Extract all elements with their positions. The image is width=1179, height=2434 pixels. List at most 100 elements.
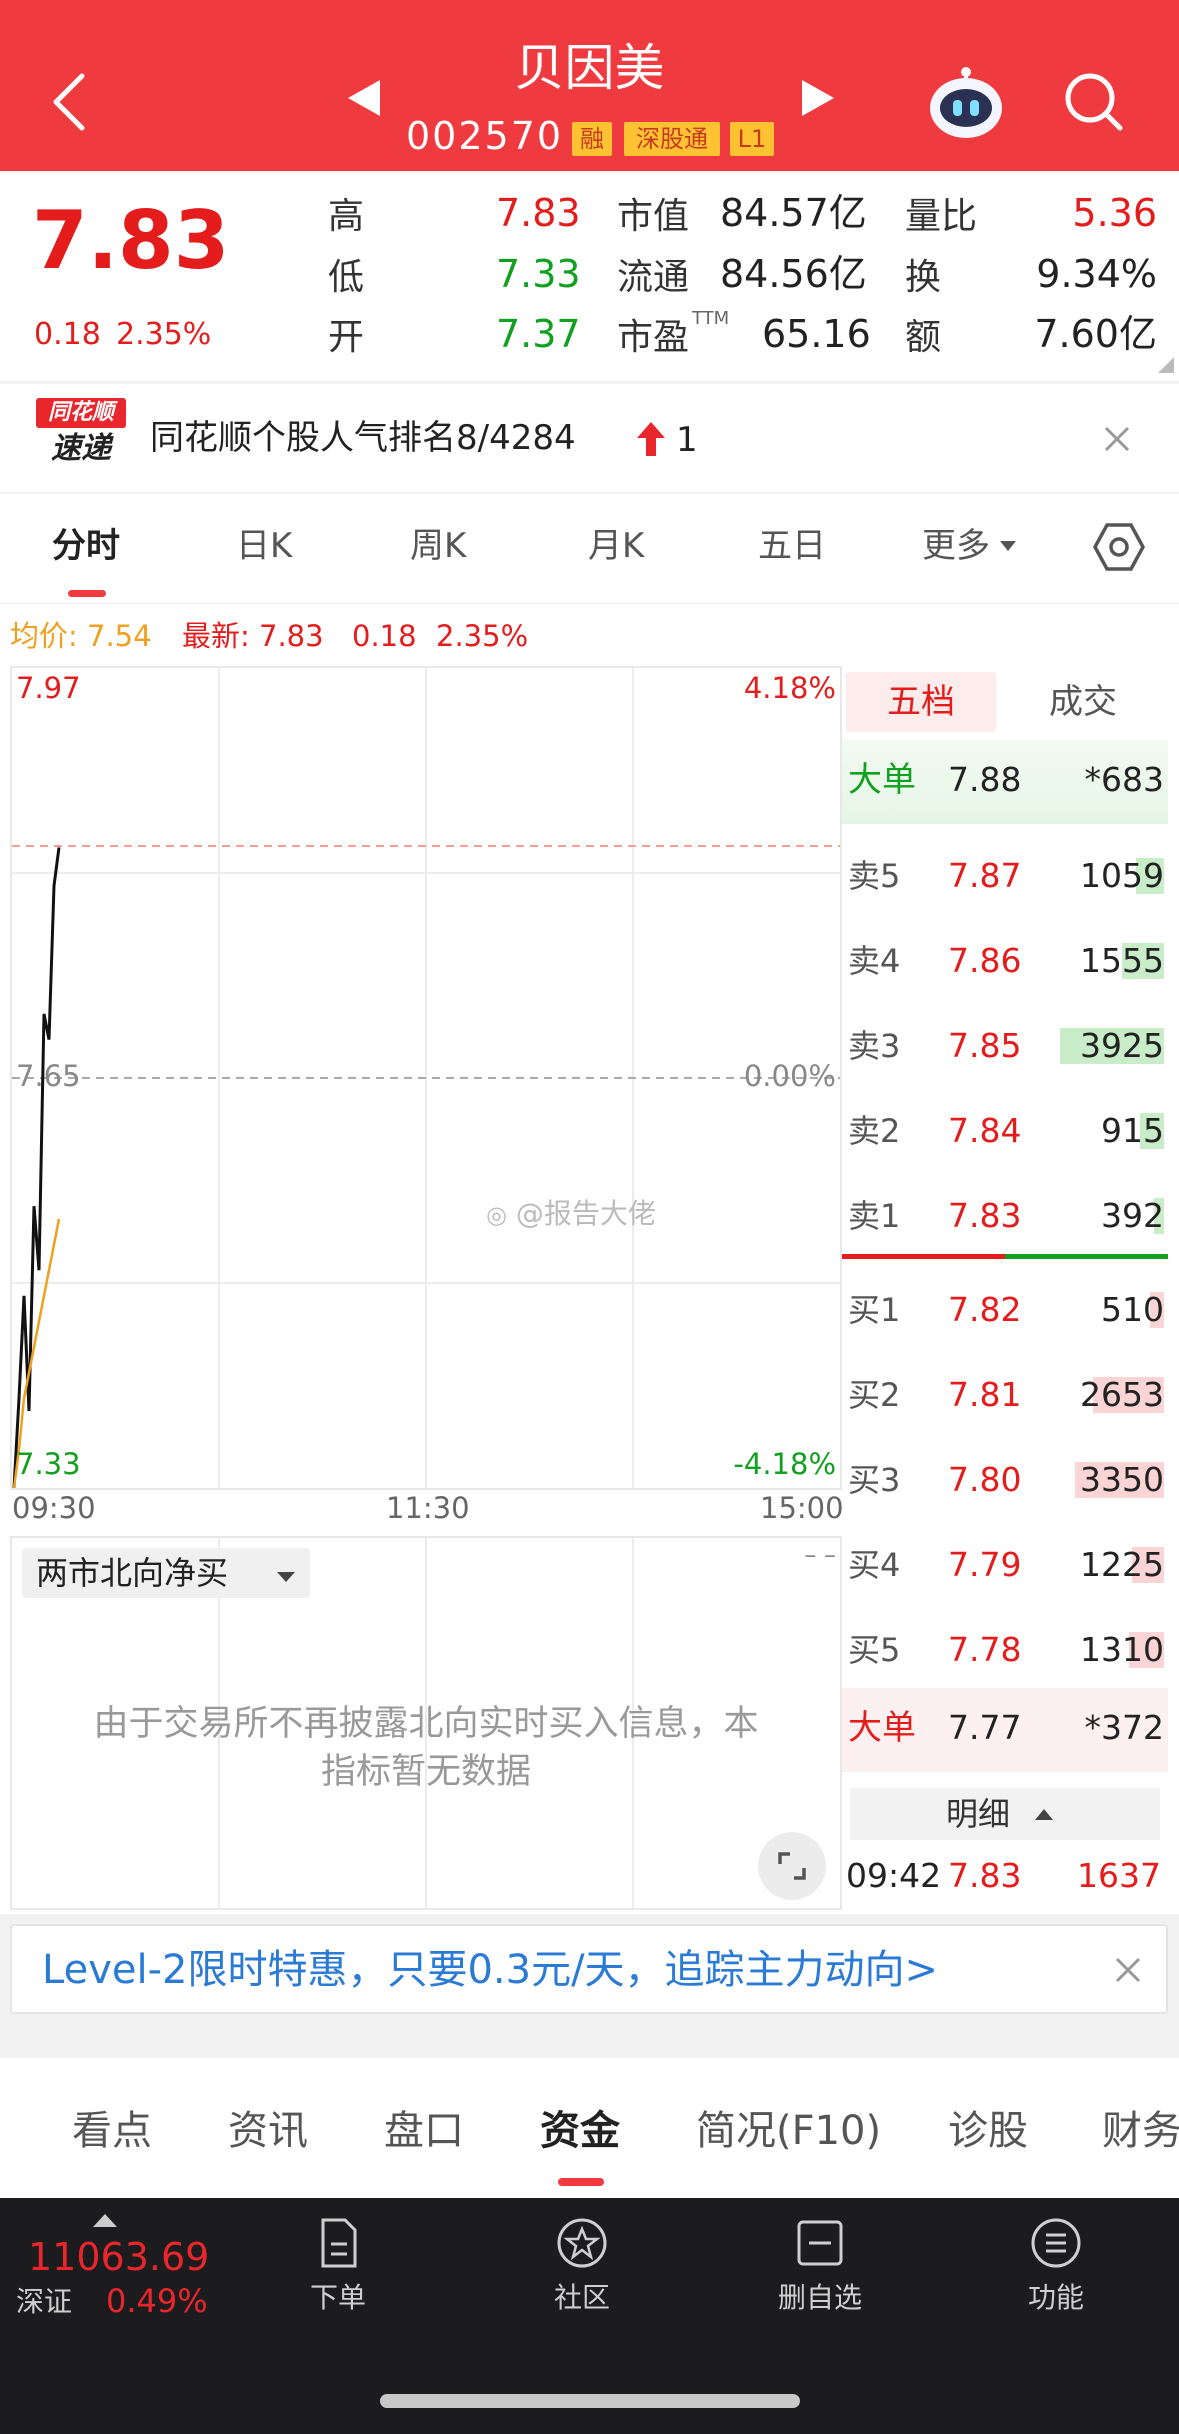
bid-row[interactable]: 买3 7.80 3350 [842, 1450, 1168, 1510]
level-volume: 510 [1101, 1290, 1164, 1329]
last-price-label: 最新: 7.83 [182, 619, 324, 653]
tag-margin: 融 [572, 122, 612, 156]
bid-row[interactable]: 买2 7.81 2653 [842, 1365, 1168, 1425]
ask-row[interactable]: 卖1 7.83 392 [842, 1186, 1168, 1246]
arrow-up-icon [636, 420, 666, 458]
level-label: 卖4 [848, 942, 901, 980]
intraday-chart-svg [12, 668, 840, 1488]
fullscreen-icon[interactable] [758, 1832, 826, 1900]
big-order-sell-vol: *683 [1084, 760, 1165, 799]
ask-row[interactable]: 卖3 7.85 3925 [842, 1016, 1168, 1076]
search-icon[interactable] [1062, 70, 1126, 134]
ask-row[interactable]: 卖5 7.87 1059 [842, 846, 1168, 906]
level-label: 买5 [848, 1631, 901, 1669]
chart-change: 0.18 [352, 619, 417, 653]
detail-time: 09:42 [846, 1856, 942, 1895]
level-label: 买2 [848, 1376, 901, 1414]
detail-label: 明细 [946, 1795, 1011, 1833]
high-label: 高 [328, 196, 365, 237]
ask-row[interactable]: 卖2 7.84 915 [842, 1101, 1168, 1161]
time-end: 15:00 [760, 1491, 844, 1525]
bid-row[interactable]: 买1 7.82 510 [842, 1280, 1168, 1340]
level-price: 7.78 [948, 1630, 1022, 1669]
pct-axis-bottom: -4.18% [733, 1447, 836, 1481]
turnover-label: 换 [905, 257, 942, 298]
tab-capital[interactable]: 资金 [540, 2106, 620, 2156]
big-order-buy-vol: *372 [1084, 1708, 1165, 1747]
dock-functions[interactable]: 功能 [986, 2216, 1126, 2318]
big-order-sell-price: 7.88 [948, 760, 1022, 799]
settings-hexagon-icon[interactable] [1092, 520, 1146, 574]
float-cap-value: 84.56亿 [720, 252, 867, 296]
tab-monthly-k[interactable]: 月K [588, 524, 644, 568]
menu-circle-icon [1029, 2216, 1083, 2270]
community-star-icon [555, 2216, 609, 2270]
y-axis-mid: 7.65 [16, 1059, 81, 1093]
orderbook-tab-level5-label: 五档 [887, 682, 955, 722]
ask-row[interactable]: 卖4 7.86 1555 [842, 931, 1168, 991]
spread-divider [842, 1254, 1168, 1259]
minus-box-icon [793, 2216, 847, 2270]
orderbook-tab-trades[interactable]: 成交 [1008, 682, 1158, 722]
dock-remove-watchlist[interactable]: 删自选 [750, 2216, 890, 2318]
tab-daily-k[interactable]: 日K [236, 524, 292, 568]
detail-header[interactable]: 明细 [850, 1788, 1160, 1840]
watermark: ◎ @报告大佬 [486, 1196, 656, 1233]
tab-f10[interactable]: 简况(F10) [696, 2106, 881, 2156]
home-indicator [380, 2394, 800, 2408]
level-volume: 915 [1101, 1111, 1164, 1150]
tab-finance[interactable]: 财务 [1102, 2106, 1179, 2156]
big-order-buy[interactable]: 大单 7.77 *372 [842, 1688, 1168, 1772]
level-price: 7.82 [948, 1290, 1022, 1329]
low-value: 7.33 [496, 252, 581, 296]
tab-handicap[interactable]: 盘口 [384, 2106, 464, 2156]
level2-promo-banner[interactable]: Level-2限时特惠，只要0.3元/天，追踪主力动向> [10, 1924, 1168, 2014]
detail-tabs: 看点 资讯 盘口 资金 简况(F10) 诊股 财务 [0, 2058, 1179, 2198]
close-icon[interactable] [1112, 1954, 1144, 1990]
tab-five-day[interactable]: 五日 [758, 524, 826, 568]
big-order-sell-label: 大单 [848, 760, 916, 800]
bottom-tab-active-indicator [558, 2178, 604, 2186]
bid-row[interactable]: 买5 7.78 1310 [842, 1620, 1168, 1680]
market-cap-label: 市值 [617, 196, 690, 237]
dock-community[interactable]: 社区 [512, 2216, 652, 2318]
orderbook-tab-level5[interactable]: 五档 [846, 672, 996, 732]
ths-express-logo: 同花顺 速递 [36, 398, 126, 474]
northbound-msg-line1: 由于交易所不再披露北向实时买入信息，本 [93, 1704, 759, 1744]
expand-corner-icon[interactable] [1158, 357, 1174, 373]
dock-functions-label: 功能 [1027, 2281, 1084, 2314]
close-icon[interactable] [1102, 424, 1132, 454]
level-volume: 1225 [1080, 1545, 1164, 1584]
time-mid: 11:30 [386, 1491, 470, 1525]
level-volume: 3925 [1080, 1026, 1164, 1065]
tab-more[interactable]: 更多 [922, 524, 990, 568]
caret-up-icon [1034, 1806, 1054, 1825]
big-order-sell[interactable]: 大单 7.88 *683 [842, 740, 1168, 824]
tab-highlights[interactable]: 看点 [72, 2106, 152, 2156]
northbound-selector[interactable]: 两市北向净买 [22, 1548, 310, 1598]
index-ticker[interactable]: 11063.69 深证 0.49% [0, 2198, 250, 2328]
robot-assistant-icon[interactable] [926, 62, 1006, 142]
volume-ratio-value: 5.36 [1072, 191, 1157, 235]
tab-diagnosis[interactable]: 诊股 [948, 2106, 1028, 2156]
tab-weekly-k[interactable]: 周K [410, 524, 466, 568]
level-volume: 1310 [1080, 1630, 1164, 1669]
intraday-chart[interactable]: 7.97 7.65 7.33 4.18% 0.00% -4.18% ◎ @报告大… [10, 666, 842, 1490]
document-icon [311, 2216, 365, 2270]
avg-price-label: 均价: 7.54 [10, 619, 152, 653]
level-label: 卖5 [848, 857, 901, 895]
y-axis-top: 7.97 [16, 671, 81, 705]
tab-news[interactable]: 资讯 [228, 2106, 308, 2156]
level-label: 买1 [848, 1291, 901, 1329]
tab-intraday[interactable]: 分时 [52, 524, 120, 568]
bid-row[interactable]: 买4 7.79 1225 [842, 1535, 1168, 1595]
dock-order[interactable]: 下单 [268, 2216, 408, 2318]
level-price: 7.85 [948, 1026, 1022, 1065]
caret-down-icon [276, 1568, 296, 1587]
northbound-dash: – – [804, 1541, 836, 1569]
amount-label: 额 [905, 317, 942, 358]
open-label: 开 [328, 317, 365, 358]
weibo-icon: ◎ [486, 1201, 507, 1229]
index-value: 11063.69 [28, 2235, 210, 2279]
popularity-rank-bar[interactable]: 同花顺 速递 同花顺个股人气排名8/4284 1 [0, 384, 1179, 492]
